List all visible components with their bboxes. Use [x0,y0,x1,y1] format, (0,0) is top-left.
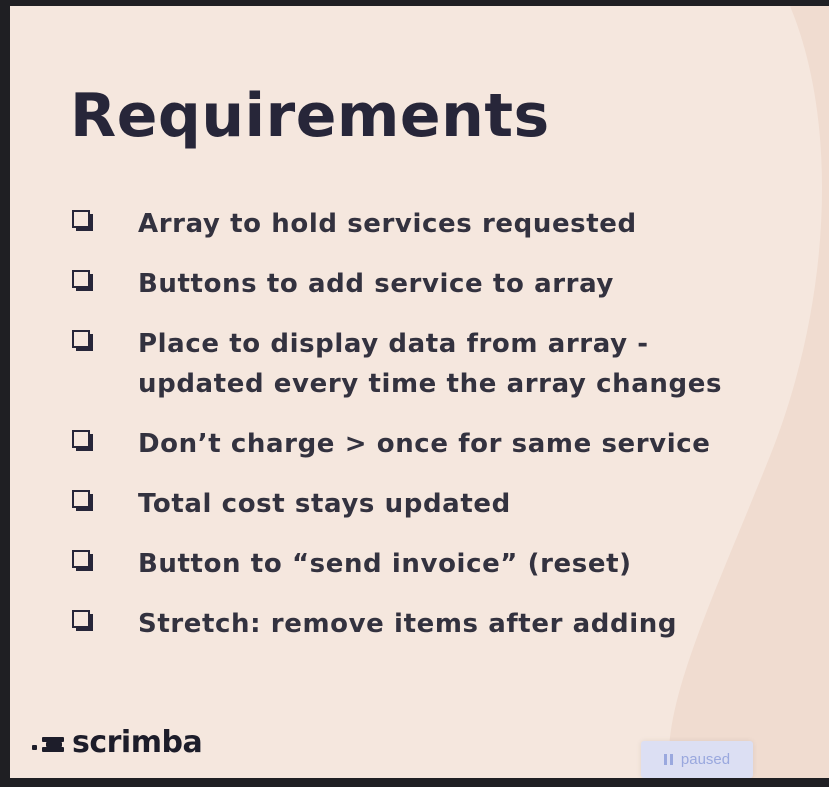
checkbox-icon [72,330,93,351]
list-item: Total cost stays updated [72,484,722,524]
checkbox-icon [72,430,93,451]
requirements-list: Array to hold services requested Buttons… [72,204,722,664]
paused-label: paused [680,751,731,768]
checkbox-icon [72,270,93,291]
requirement-text: Place to display data from array - updat… [138,324,722,404]
logo-wordmark: scrimba [72,725,203,760]
requirement-text: Button to “send invoice” (reset) [138,549,632,579]
requirement-text: Array to hold services requested [138,209,637,239]
checkbox-icon [72,490,93,511]
scrimba-logo-icon [32,731,68,755]
list-item: Buttons to add service to array [72,264,722,304]
paused-indicator[interactable]: paused [641,741,753,778]
slide-frame: Requirements Array to hold services requ… [10,6,829,778]
requirement-text: Don’t charge > once for same service [138,429,711,459]
checkbox-icon [72,550,93,571]
checkbox-icon [72,210,93,231]
checkbox-icon [72,610,93,631]
list-item: Stretch: remove items after adding [72,604,722,644]
requirement-text: Stretch: remove items after adding [138,609,678,639]
scrimba-logo: scrimba [32,725,203,760]
list-item: Array to hold services requested [72,204,722,244]
list-item: Don’t charge > once for same service [72,424,722,464]
requirement-line: Place to display data from array - [138,329,649,359]
slide-title: Requirements [70,81,550,151]
list-item: Place to display data from array - updat… [72,324,722,404]
requirement-line: updated every time the array changes [138,369,723,399]
requirement-text: Buttons to add service to array [138,269,614,299]
pause-icon [663,754,673,765]
requirement-text: Total cost stays updated [138,489,511,519]
list-item: Button to “send invoice” (reset) [72,544,722,584]
